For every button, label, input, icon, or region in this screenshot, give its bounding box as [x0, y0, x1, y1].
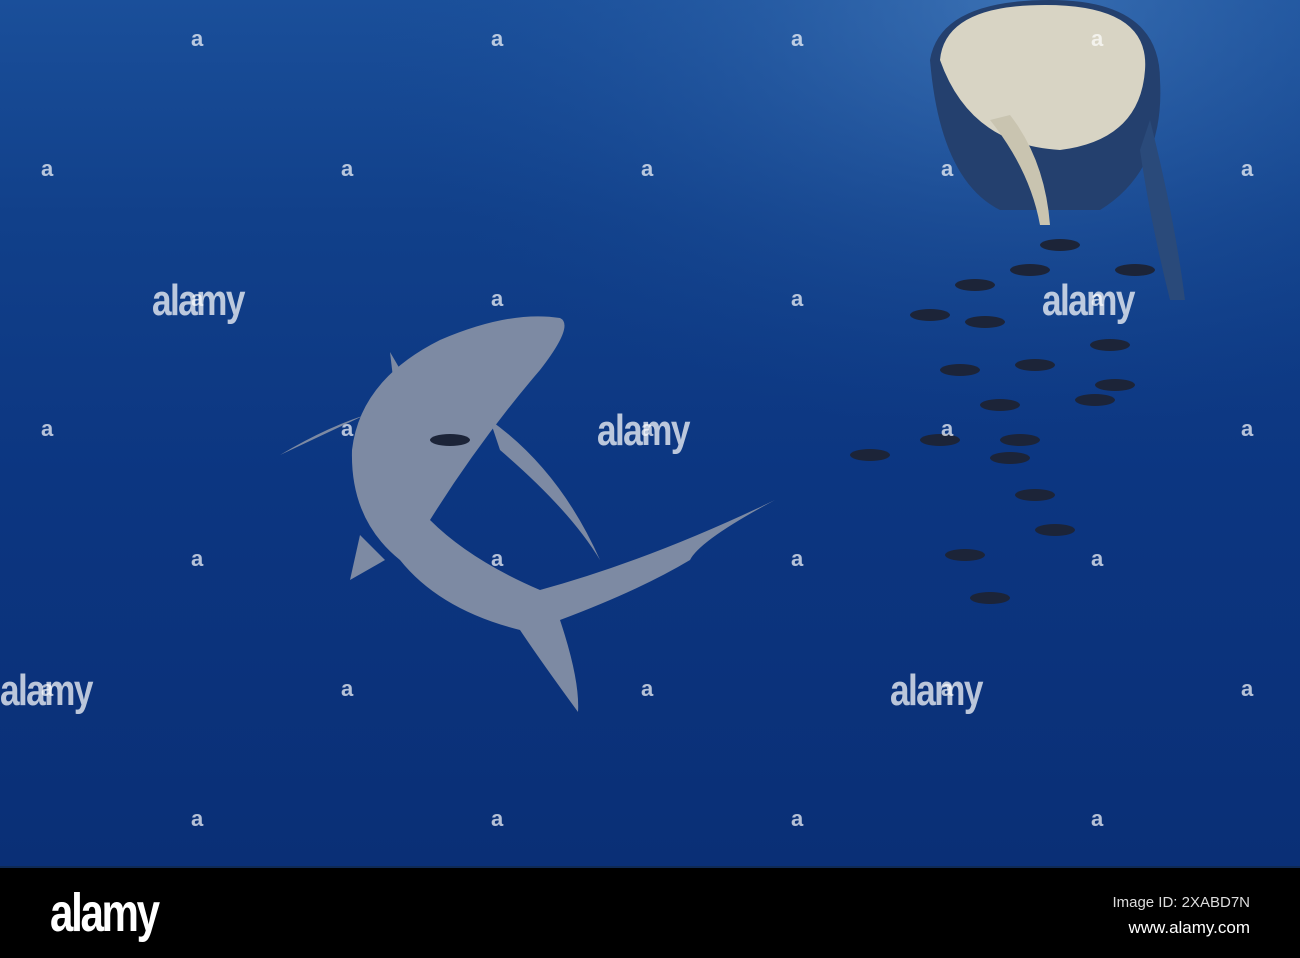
watermark-mini: a	[791, 806, 804, 831]
watermark-mini: a	[641, 416, 654, 441]
watermark-mini: a	[1091, 806, 1104, 831]
watermark: alamy	[1042, 276, 1135, 325]
watermark-mini: a	[1091, 546, 1104, 571]
pilot-fish	[970, 592, 1010, 604]
watermark-mini: a	[791, 26, 804, 51]
pilot-fish	[1015, 489, 1055, 501]
watermark-mini: a	[341, 156, 354, 181]
watermark-mini: a	[1091, 286, 1104, 311]
watermark-mini: a	[641, 156, 654, 181]
watermark-mini: a	[1241, 676, 1254, 701]
watermark-mini: a	[791, 286, 804, 311]
pilot-fish	[1035, 524, 1075, 536]
pilot-fish	[1095, 379, 1135, 391]
watermark-mini: a	[191, 806, 204, 831]
pilot-fish	[990, 452, 1030, 464]
pilot-fish	[430, 434, 470, 446]
pilot-fish	[965, 316, 1005, 328]
watermark-mini: a	[941, 676, 954, 701]
pilot-fish	[1010, 264, 1050, 276]
watermark-mini: a	[41, 676, 54, 701]
pilot-fish	[945, 549, 985, 561]
underwater-photo: alamy alamy alamy alamy alamy a a a a a a a a a a a a a a a…	[0, 0, 1300, 866]
watermark-mini: a	[491, 546, 504, 571]
watermark-mini: a	[41, 156, 54, 181]
watermark-mini: a	[191, 286, 204, 311]
watermark-mini: a	[941, 156, 954, 181]
watermark-mini: a	[491, 286, 504, 311]
pilot-fish	[980, 399, 1020, 411]
image-id: Image ID: 2XABD7N	[1112, 894, 1250, 911]
pilot-fish	[910, 309, 950, 321]
alamy-logo: alamy	[50, 883, 160, 943]
watermark-mini: a	[341, 416, 354, 441]
watermark-mini: a	[1241, 416, 1254, 441]
watermark-mini: a	[1241, 156, 1254, 181]
watermark-mini: a	[41, 416, 54, 441]
watermark: alamy	[890, 666, 983, 715]
watermark-mini: a	[491, 806, 504, 831]
watermark-mini: a	[191, 26, 204, 51]
pilot-fish	[1075, 394, 1115, 406]
pilot-fish	[850, 449, 890, 461]
watermark-mini: a	[191, 546, 204, 571]
pilot-fish	[1115, 264, 1155, 276]
pilot-fish	[1015, 359, 1055, 371]
watermark-mini: a	[941, 416, 954, 441]
pilot-fish	[955, 279, 995, 291]
footer-bar: alamy Image ID: 2XABD7N www.alamy.com	[0, 866, 1300, 958]
pilot-fish	[1000, 434, 1040, 446]
pilot-fish	[920, 434, 960, 446]
watermark-mini: a	[641, 676, 654, 701]
pilot-fish	[1040, 239, 1080, 251]
pilot-fish	[940, 364, 980, 376]
watermark-mini: a	[1091, 26, 1104, 51]
watermark-mini: a	[791, 546, 804, 571]
watermark-mini: a	[341, 676, 354, 701]
watermark-mini: a	[491, 26, 504, 51]
pilot-fish	[1090, 339, 1130, 351]
website-link[interactable]: www.alamy.com	[1128, 918, 1250, 938]
